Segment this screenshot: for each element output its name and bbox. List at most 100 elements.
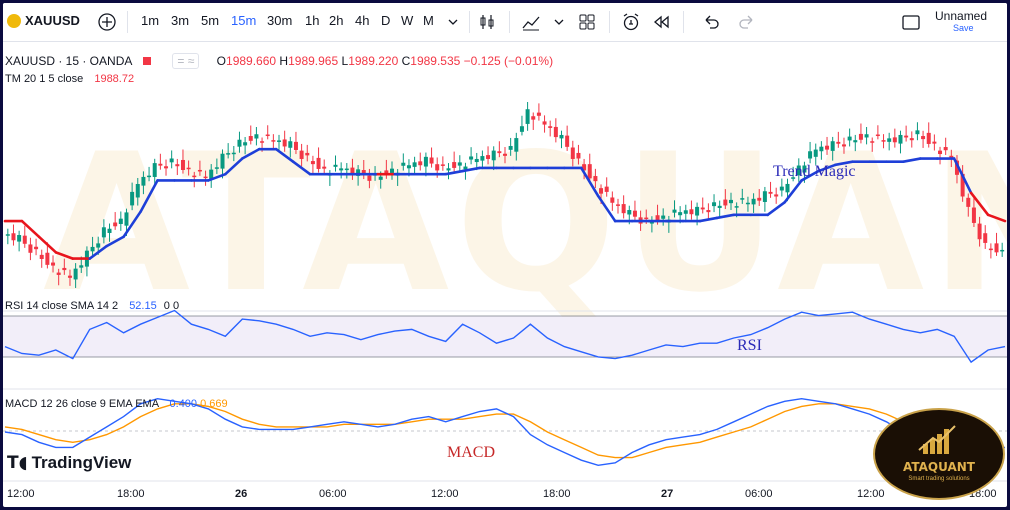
replay-icon[interactable] bbox=[651, 12, 671, 32]
timeframe-15m[interactable]: 15m bbox=[231, 13, 256, 28]
candle-body bbox=[943, 147, 948, 151]
candle-body bbox=[813, 149, 818, 157]
tradingview-icon: 𝗧◖ bbox=[7, 453, 28, 473]
candle-body bbox=[565, 135, 570, 147]
macd-legend[interactable]: MACD 12 26 close 9 EMA EMA 0.400 0.669 bbox=[5, 398, 228, 410]
candle-body bbox=[73, 268, 78, 280]
candle-body bbox=[452, 162, 457, 168]
redo-icon[interactable] bbox=[737, 12, 757, 32]
candle-body bbox=[28, 244, 33, 253]
candle-body bbox=[248, 136, 253, 141]
layout-icon[interactable] bbox=[901, 12, 921, 32]
toolbar-divider bbox=[469, 11, 470, 33]
trend-magic-segment bbox=[766, 201, 786, 217]
candle-body bbox=[751, 198, 756, 205]
trend-magic-segment bbox=[986, 213, 1007, 223]
timeframe-w[interactable]: W bbox=[401, 13, 413, 28]
layout-name[interactable]: Unnamed bbox=[935, 9, 987, 23]
candle-body bbox=[282, 139, 287, 147]
candle-body bbox=[819, 146, 824, 152]
low-value: 1989.220 bbox=[348, 54, 399, 68]
candle-body bbox=[34, 246, 39, 250]
candle-body bbox=[147, 175, 152, 178]
legend-toggle-icon[interactable]: = ≈ bbox=[172, 53, 200, 69]
candle-body bbox=[785, 183, 790, 193]
candle-body bbox=[921, 136, 926, 140]
tm-value: 1988.72 bbox=[94, 73, 135, 85]
time-label: 06:00 bbox=[745, 488, 773, 500]
timeframe-d[interactable]: D bbox=[381, 13, 390, 28]
candle-body bbox=[689, 209, 694, 215]
candle-body bbox=[610, 197, 615, 203]
add-symbol-icon[interactable] bbox=[97, 12, 117, 32]
time-label: 06:00 bbox=[319, 488, 347, 500]
candle-body bbox=[446, 168, 451, 171]
timeframe-4h[interactable]: 4h bbox=[355, 13, 369, 28]
change-value: −0.125 (−0.01%) bbox=[463, 54, 554, 68]
candle-body bbox=[440, 164, 445, 166]
candle-body bbox=[113, 222, 118, 227]
undo-icon[interactable] bbox=[701, 12, 721, 32]
timeframe-30m[interactable]: 30m bbox=[267, 13, 292, 28]
candle-body bbox=[830, 141, 835, 151]
symbol-search[interactable]: XAUUSD bbox=[25, 13, 80, 28]
candle-body bbox=[192, 175, 197, 178]
candle-body bbox=[604, 186, 609, 192]
candle-body bbox=[429, 157, 434, 164]
alert-icon[interactable] bbox=[621, 12, 641, 32]
timeframe-3m[interactable]: 3m bbox=[171, 13, 189, 28]
candle-type-icon[interactable] bbox=[477, 12, 497, 32]
candle-body bbox=[870, 141, 875, 143]
macd-value: 0.400 bbox=[169, 398, 198, 410]
chevron-down-icon[interactable] bbox=[549, 12, 569, 32]
candle-body bbox=[220, 153, 225, 169]
timeframe-1h[interactable]: 1h bbox=[305, 13, 319, 28]
candle-body bbox=[808, 151, 813, 159]
save-button[interactable]: Save bbox=[953, 23, 974, 33]
timeframe-m[interactable]: M bbox=[423, 13, 434, 28]
macd-label: MACD 12 26 close 9 EMA EMA bbox=[5, 398, 159, 410]
candle-body bbox=[141, 176, 146, 186]
candle-body bbox=[135, 183, 140, 198]
toolbar-divider bbox=[509, 11, 510, 33]
indicators-icon[interactable] bbox=[521, 12, 541, 32]
candle-body bbox=[322, 166, 327, 169]
candle-body bbox=[333, 164, 338, 167]
candle-body bbox=[418, 161, 423, 166]
toolbar-divider bbox=[127, 11, 128, 33]
candle-body bbox=[203, 176, 208, 179]
rsi-legend[interactable]: RSI 14 close SMA 14 2 52.15 0 0 bbox=[5, 300, 179, 312]
candle-body bbox=[683, 210, 688, 214]
candle-body bbox=[700, 207, 705, 210]
candle-body bbox=[994, 243, 999, 253]
candle-body bbox=[271, 140, 276, 142]
rsi-band bbox=[3, 316, 1007, 357]
candle-body bbox=[627, 210, 632, 215]
timeframe-1m[interactable]: 1m bbox=[141, 13, 159, 28]
candle-body bbox=[881, 140, 886, 142]
candle-body bbox=[378, 176, 383, 180]
ataquant-logo: ATAQUANT Smart trading solutions bbox=[873, 408, 1005, 500]
time-label: 12:00 bbox=[7, 488, 35, 500]
candle-body bbox=[734, 206, 739, 208]
timeframe-5m[interactable]: 5m bbox=[201, 13, 219, 28]
chart-area[interactable]: ATAQUANT XAUUSD · 15 · OANDA = ≈ O1989.6… bbox=[3, 41, 1007, 507]
candle-body bbox=[344, 168, 349, 171]
trend-magic-segment bbox=[902, 157, 922, 163]
rsi-annotation: RSI bbox=[737, 337, 762, 354]
candle-body bbox=[254, 134, 259, 139]
trend-magic-legend[interactable]: TM 20 1 5 close 1988.72 bbox=[5, 73, 134, 85]
templates-icon[interactable] bbox=[577, 12, 597, 32]
candle-body bbox=[90, 246, 95, 252]
candle-body bbox=[706, 210, 711, 213]
candle-body bbox=[474, 158, 479, 163]
chevron-down-icon[interactable] bbox=[443, 12, 463, 32]
candle-body bbox=[621, 204, 626, 214]
toolbar-divider bbox=[683, 11, 684, 33]
candle-body bbox=[491, 150, 496, 161]
candle-body bbox=[412, 162, 417, 167]
candle-body bbox=[672, 209, 677, 213]
top-toolbar: XAUUSD 1m 3m 5m 15m 30m 1h 2h 4h D W M U… bbox=[3, 3, 1007, 42]
candle-body bbox=[367, 175, 372, 181]
timeframe-2h[interactable]: 2h bbox=[329, 13, 343, 28]
